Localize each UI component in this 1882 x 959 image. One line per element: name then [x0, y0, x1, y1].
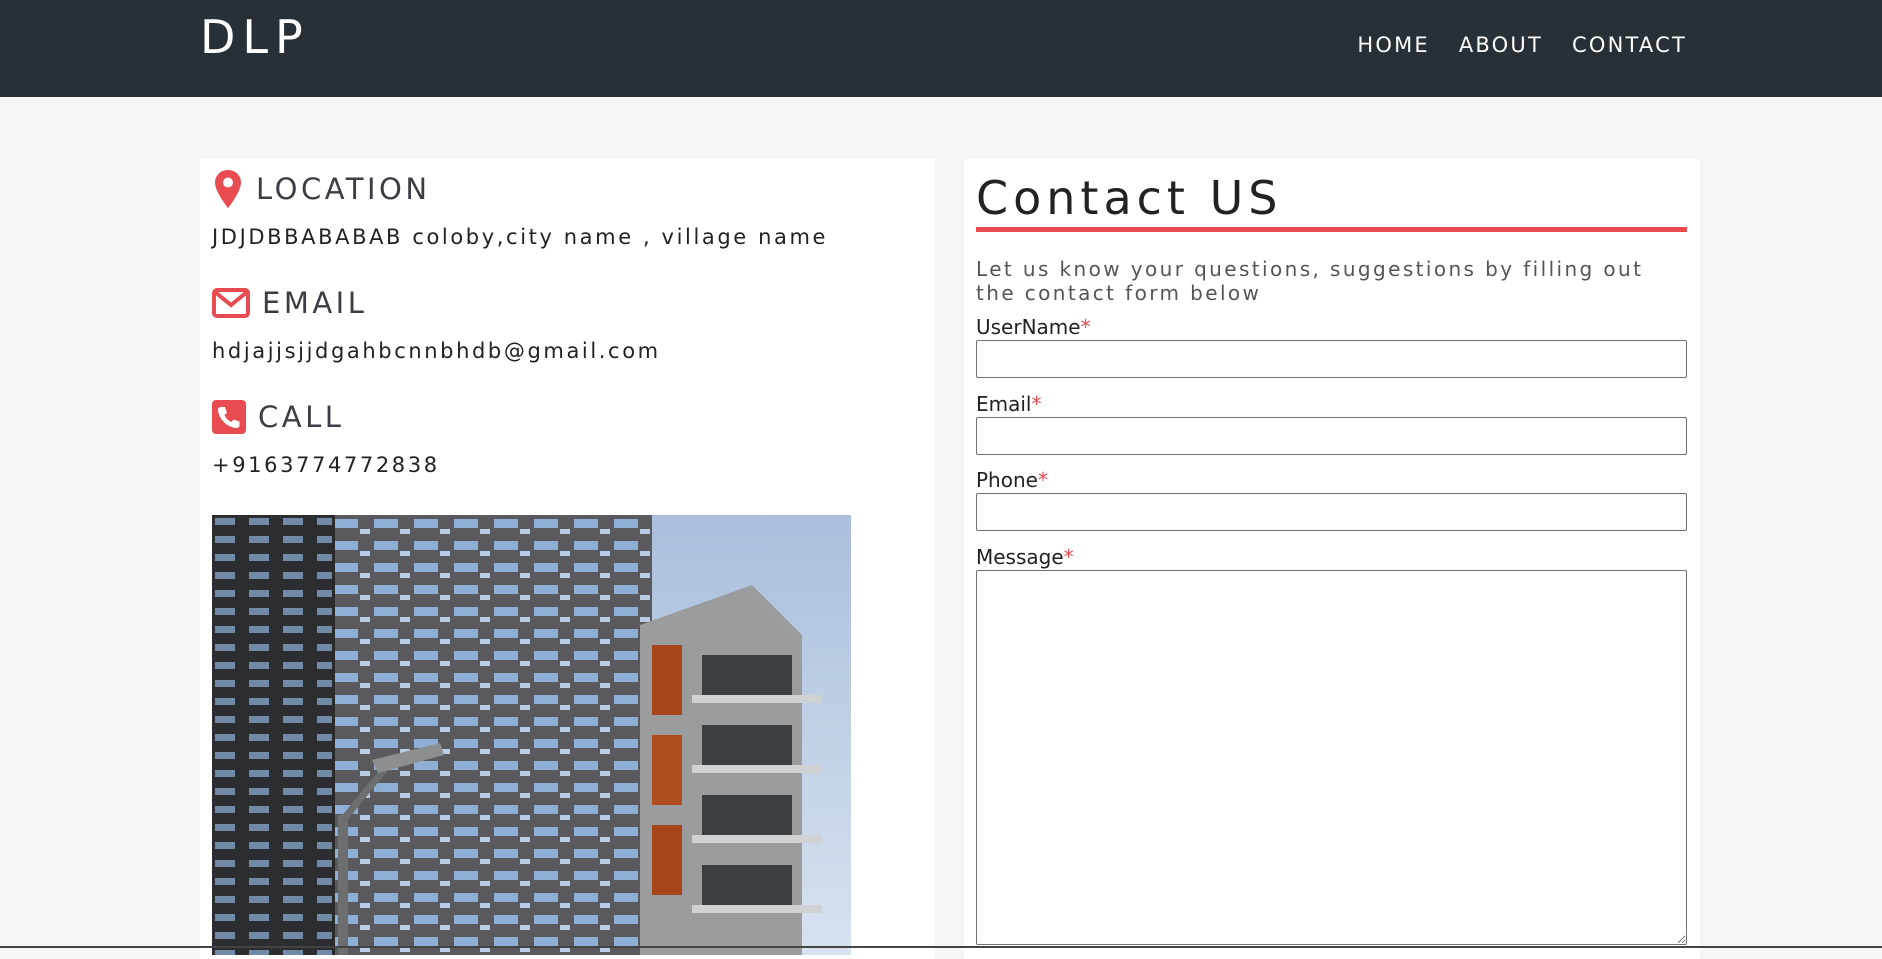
username-input[interactable]	[976, 340, 1687, 378]
message-textarea[interactable]	[976, 570, 1687, 945]
email-heading: EMAIL	[212, 283, 367, 323]
map-marker-icon	[212, 169, 244, 209]
location-title: LOCATION	[256, 172, 431, 206]
email-label-text: Email	[976, 392, 1032, 416]
call-heading: CALL	[212, 397, 344, 437]
nav-about-link[interactable]: ABOUT	[1459, 33, 1543, 57]
main-nav: HOME ABOUT CONTACT	[1357, 33, 1687, 57]
title-divider	[976, 227, 1687, 232]
nav-contact-link[interactable]: CONTACT	[1572, 33, 1687, 57]
email-value: hdjajjsjjdgahbcnnbhdb@gmail.com	[212, 339, 661, 363]
phone-input[interactable]	[976, 493, 1687, 531]
phone-label-text: Phone	[976, 468, 1038, 492]
brand-logo[interactable]: DLP	[200, 10, 310, 64]
envelope-icon	[212, 283, 250, 323]
nav-home-link[interactable]: HOME	[1357, 33, 1430, 57]
call-value: +9163774772838	[212, 453, 440, 477]
call-title: CALL	[258, 400, 345, 434]
top-navbar: DLP HOME ABOUT CONTACT	[0, 0, 1882, 97]
phone-icon	[212, 397, 246, 437]
building-photo	[212, 515, 851, 955]
phone-label: Phone*	[976, 468, 1048, 492]
email-input[interactable]	[976, 417, 1687, 455]
username-label-text: UserName	[976, 315, 1081, 339]
required-asterisk: *	[1063, 545, 1074, 569]
message-label: Message*	[976, 545, 1074, 569]
contact-title: Contact US	[976, 171, 1283, 225]
location-value: JDJDBBABABAB coloby,city name , village …	[212, 225, 829, 249]
required-asterisk: *	[1031, 392, 1042, 416]
contact-description: Let us know your questions, suggestions …	[976, 257, 1644, 305]
email-title: EMAIL	[262, 286, 368, 320]
contact-info-card: LOCATION JDJDBBABABAB coloby,city name ,…	[200, 159, 935, 959]
email-label: Email*	[976, 392, 1042, 416]
required-asterisk: *	[1080, 315, 1091, 339]
contact-form-card: Contact US Let us know your questions, s…	[964, 159, 1700, 959]
required-asterisk: *	[1037, 468, 1048, 492]
location-heading: LOCATION	[212, 169, 431, 209]
username-label: UserName*	[976, 315, 1091, 339]
message-label-text: Message	[976, 545, 1064, 569]
